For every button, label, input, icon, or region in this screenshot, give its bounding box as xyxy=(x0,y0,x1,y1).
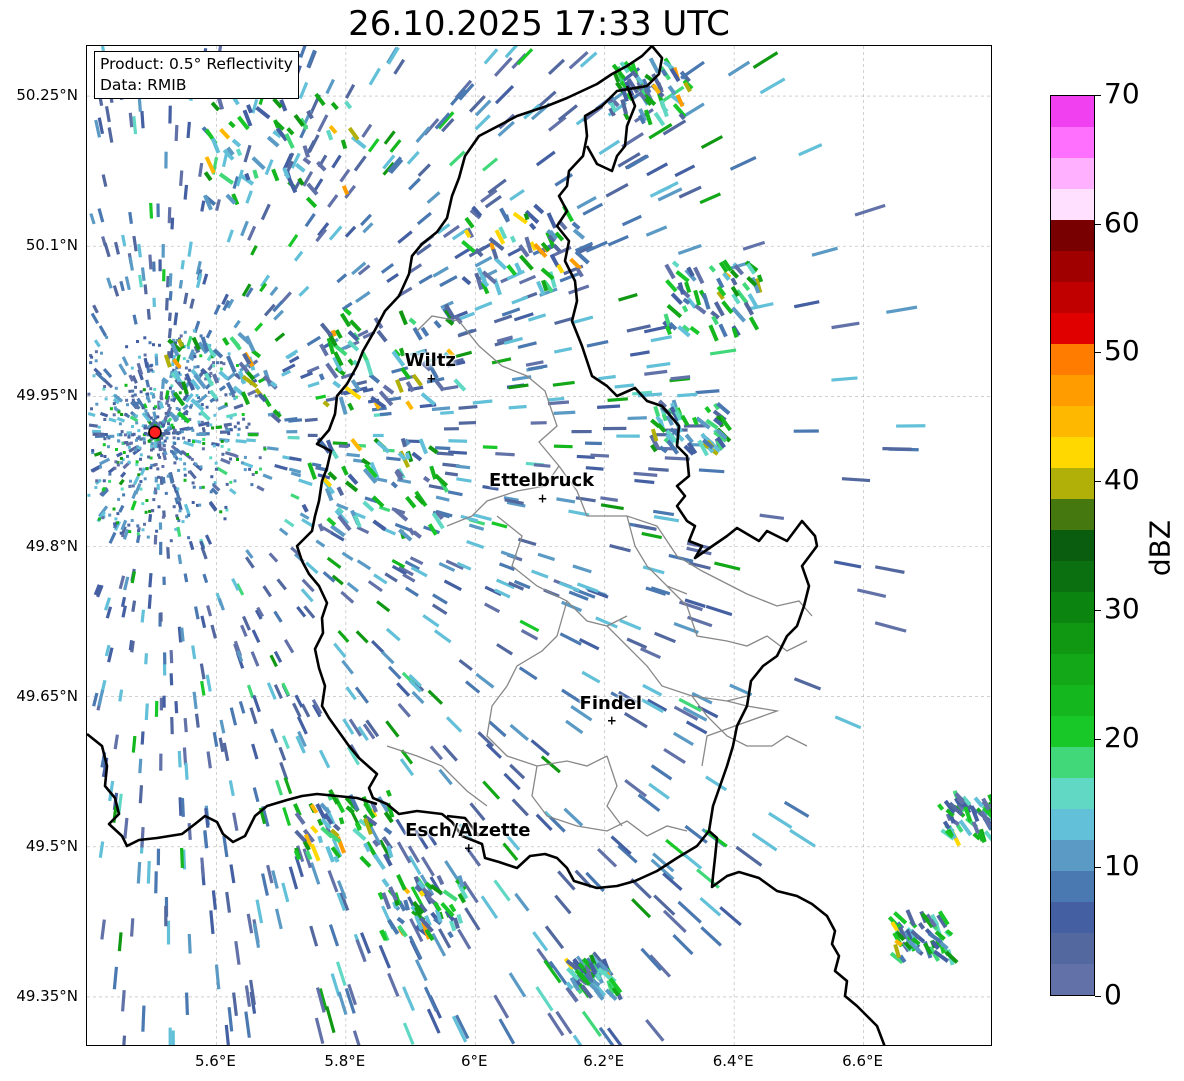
colorbar-segment xyxy=(1051,747,1094,778)
colorbar-segment xyxy=(1051,561,1094,592)
map-title: 26.10.2025 17:33 UTC xyxy=(348,4,730,44)
colorbar-segment xyxy=(1051,809,1094,840)
latitude-tick-label: 49.95°N xyxy=(16,386,78,405)
longitude-tick-label: 6.2°E xyxy=(583,1052,625,1070)
dbz-colorbar xyxy=(1050,95,1095,996)
radar-map-area[interactable]: + + + + xyxy=(86,45,992,1046)
longitude-tick-label: 6°E xyxy=(461,1052,488,1070)
colorbar-tick-mark xyxy=(1095,867,1101,869)
city-marker-icon: + xyxy=(538,491,548,505)
colorbar-tick-label: 30 xyxy=(1104,591,1140,625)
city-label: Wiltz xyxy=(404,350,456,372)
longitude-tick-label: 6.6°E xyxy=(842,1052,883,1070)
longitude-tick-label: 5.6°E xyxy=(195,1052,236,1070)
colorbar-tick-mark xyxy=(1095,738,1101,740)
colorbar-tick-mark xyxy=(1095,609,1101,611)
latitude-tick-label: 49.5°N xyxy=(25,836,78,855)
colorbar-tick-label: 70 xyxy=(1104,77,1140,110)
colorbar-segment xyxy=(1051,437,1094,468)
colorbar-tick-mark xyxy=(1095,95,1101,96)
latitude-tick-label: 50.1°N xyxy=(25,236,78,255)
latitude-tick-label: 49.65°N xyxy=(16,686,78,705)
radar-map-svg: + + + + xyxy=(87,46,991,1045)
colorbar-tick-label: 40 xyxy=(1104,463,1140,497)
colorbar-segment xyxy=(1051,530,1094,561)
city-label: Ettelbruck xyxy=(489,470,595,492)
colorbar-tick-mark xyxy=(1095,996,1101,997)
city-label: Findel xyxy=(579,692,643,714)
colorbar-tick-mark xyxy=(1095,352,1101,354)
colorbar-segment xyxy=(1051,344,1094,375)
colorbar-tick-label: 10 xyxy=(1104,849,1140,883)
colorbar-segment xyxy=(1051,964,1094,995)
canton-borders xyxy=(386,315,813,837)
data-source-label: Data: RMIB xyxy=(100,76,187,94)
colorbar-segment xyxy=(1051,96,1094,127)
colorbar-tick-mark xyxy=(1095,223,1101,225)
colorbar-segment xyxy=(1051,933,1094,964)
colorbar-segment xyxy=(1051,840,1094,871)
colorbar-label: dBZ xyxy=(1143,519,1177,577)
latitude-tick-label: 50.25°N xyxy=(16,86,78,105)
product-info-box: Product: 0.5° Reflectivity Data: RMIB xyxy=(94,51,299,99)
colorbar-segment xyxy=(1051,685,1094,716)
city-marker-icon: + xyxy=(426,371,436,385)
colorbar-segment xyxy=(1051,375,1094,406)
colorbar-segment xyxy=(1051,282,1094,313)
colorbar-tick-mark xyxy=(1095,481,1101,483)
colorbar-segment xyxy=(1051,220,1094,251)
colorbar-tick-label: 60 xyxy=(1104,205,1140,239)
colorbar-segment xyxy=(1051,468,1094,499)
colorbar-tick-label: 50 xyxy=(1104,334,1140,368)
longitude-tick-label: 5.8°E xyxy=(324,1052,366,1070)
colorbar-segment xyxy=(1051,127,1094,158)
colorbar-segment xyxy=(1051,592,1094,623)
colorbar-segment xyxy=(1051,189,1094,220)
latitude-tick-label: 49.35°N xyxy=(16,986,78,1005)
colorbar-segment xyxy=(1051,313,1094,344)
latitude-tick-label: 49.8°N xyxy=(25,536,78,555)
colorbar-tick-label: 0 xyxy=(1104,978,1122,1011)
product-label: Product: 0.5° Reflectivity xyxy=(100,55,293,73)
colorbar-segment xyxy=(1051,406,1094,437)
reflectivity-echoes xyxy=(87,46,991,1045)
city-marker-icon: + xyxy=(607,714,617,728)
colorbar-segment xyxy=(1051,158,1094,189)
colorbar-tick-label: 20 xyxy=(1104,720,1140,754)
colorbar-segment xyxy=(1051,778,1094,809)
colorbar-segment xyxy=(1051,716,1094,747)
radar-site-marker xyxy=(148,425,162,440)
colorbar-segment xyxy=(1051,499,1094,530)
colorbar-segment xyxy=(1051,251,1094,282)
city-label: Esch/Alzette xyxy=(405,819,531,841)
longitude-tick-label: 6.4°E xyxy=(712,1052,754,1070)
colorbar-segment xyxy=(1051,654,1094,685)
colorbar-segment xyxy=(1051,871,1094,902)
city-marker-icon: + xyxy=(464,841,474,855)
colorbar-segment xyxy=(1051,902,1094,933)
graticule xyxy=(87,46,991,1045)
colorbar-segment xyxy=(1051,623,1094,654)
